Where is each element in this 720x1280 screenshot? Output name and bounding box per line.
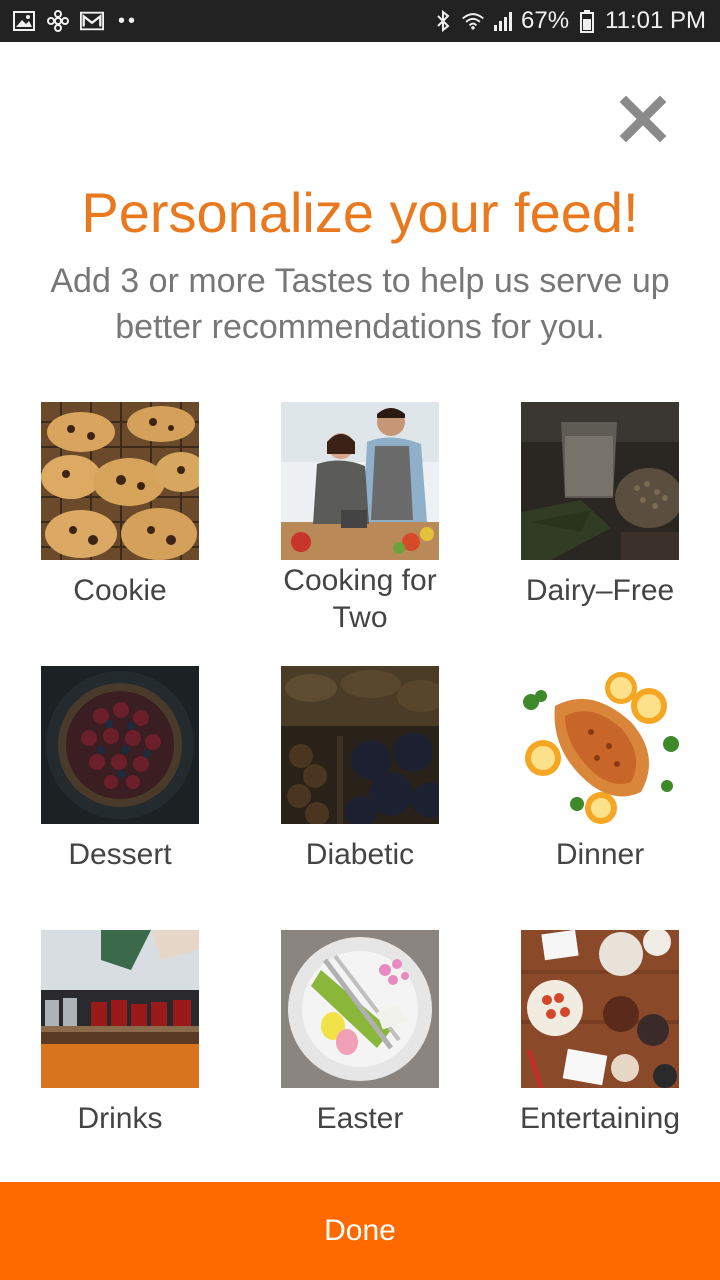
taste-label: Dessert [68,838,172,871]
page-subtitle: Add 3 or more Tastes to help us serve up… [50,262,670,346]
dinner-image [521,666,679,824]
gmail-icon [80,9,104,33]
page-title: Personalize your feed! [81,181,639,244]
taste-label: Dinner [555,838,645,871]
status-right: 67% 11:01 PM [431,6,706,36]
easter-image [281,930,439,1088]
taste-label: Drinks [77,1102,163,1135]
status-left-icons: •• [12,8,138,34]
dessert-image [41,666,199,824]
notification-dots: •• [118,9,139,32]
wifi-icon [461,9,485,33]
status-bar: •• 67% 11:01 PM [0,0,720,42]
battery-icon [575,9,599,33]
done-button[interactable]: Done [0,1182,720,1280]
taste-label: Easter [316,1102,404,1135]
diabetic-image [281,666,439,824]
taste-label: Diabetic [305,838,415,871]
taste-label: Entertaining [519,1102,681,1135]
image-icon [12,9,36,33]
cookie-image [41,402,199,560]
signal-icon [491,9,515,33]
battery-percent: 67% [521,7,570,34]
taste-label: Cookie [73,574,167,607]
taste-label: Dairy–Free [525,574,675,607]
close-icon [619,95,667,143]
pinwheel-icon [46,9,70,33]
bluetooth-icon [431,9,455,33]
cooking-for-two-image [281,402,439,560]
taste-label: Cooking for Two [283,564,437,634]
clock: 11:01 PM [605,7,706,34]
dairy-free-image [521,402,679,560]
drinks-image [41,930,199,1088]
close-button[interactable] [618,94,668,144]
entertaining-image [521,930,679,1088]
